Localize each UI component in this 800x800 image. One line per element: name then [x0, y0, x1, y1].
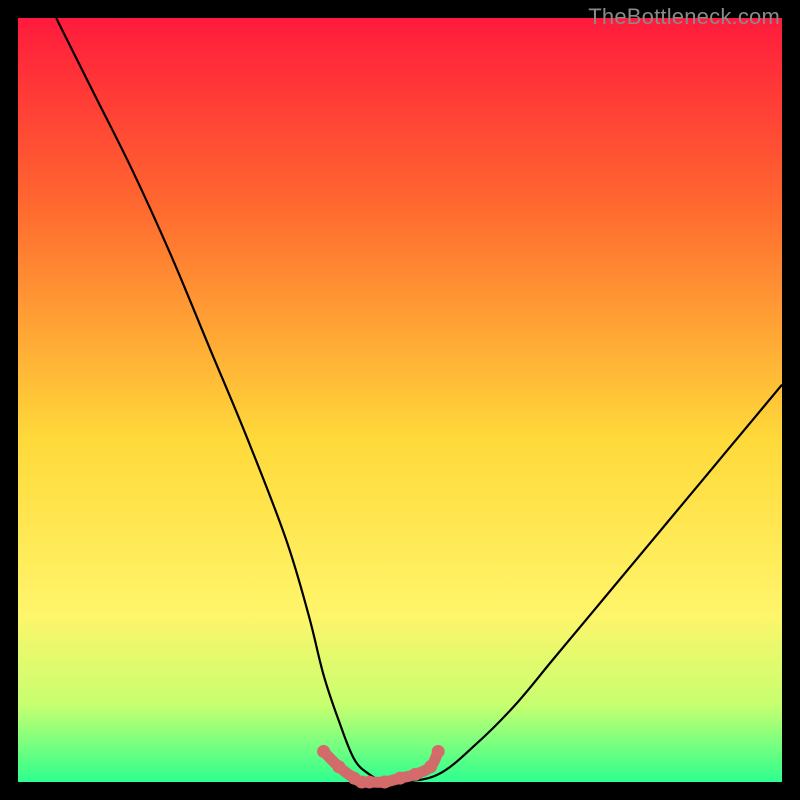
marker-dot: [394, 772, 407, 785]
watermark-text: TheBottleneck.com: [588, 4, 780, 30]
marker-dot: [424, 760, 437, 773]
marker-dot: [332, 760, 345, 773]
chart-frame: TheBottleneck.com: [0, 0, 800, 800]
marker-dot: [317, 745, 330, 758]
chart-svg: [0, 0, 800, 800]
plot-background: [18, 18, 782, 782]
marker-dot: [378, 776, 391, 789]
marker-dot: [432, 745, 445, 758]
marker-dot: [363, 776, 376, 789]
marker-dot: [409, 768, 422, 781]
